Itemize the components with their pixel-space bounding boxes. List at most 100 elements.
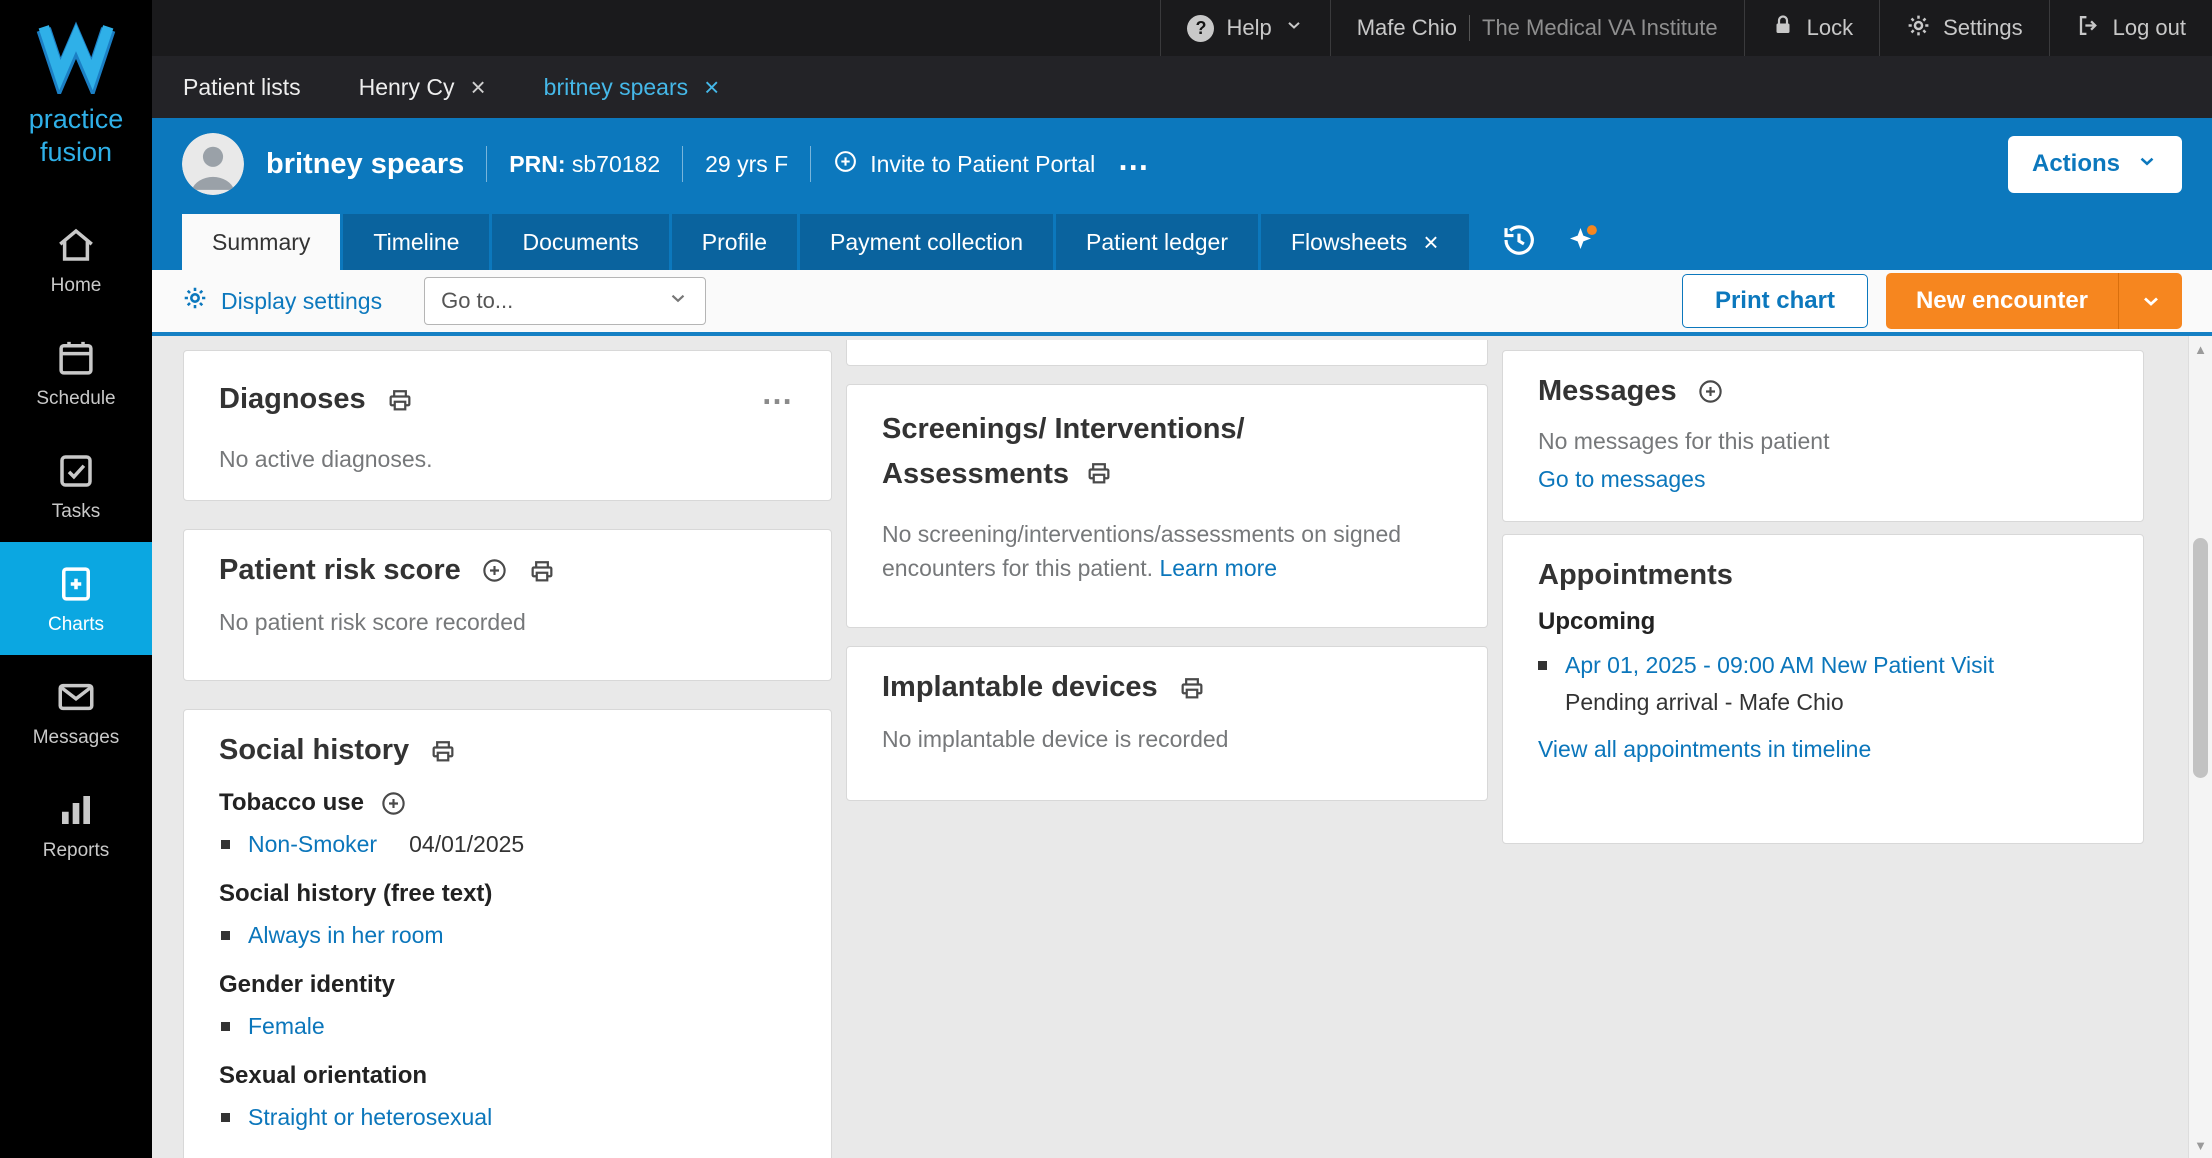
- print-icon[interactable]: [1085, 459, 1113, 487]
- logout-icon: [2076, 13, 2101, 44]
- list-item: Straight or heterosexual: [221, 1104, 796, 1131]
- sidebar: practice fusion Home Schedule Tasks Char…: [0, 0, 152, 1158]
- heading-label: Sexual orientation: [219, 1062, 428, 1089]
- plus-circle-icon[interactable]: [481, 557, 508, 584]
- plus-circle-icon[interactable]: [1697, 378, 1724, 405]
- bullet-icon: [221, 840, 230, 849]
- print-icon[interactable]: [429, 737, 457, 765]
- screenings-empty-text: No screening/interventions/assessments o…: [882, 517, 1452, 585]
- close-icon[interactable]: ×: [1423, 229, 1438, 255]
- display-settings-label: Display settings: [221, 287, 383, 314]
- summary-toolbar: Display settings Go to... Print chart Ne…: [152, 270, 2212, 336]
- learn-more-link[interactable]: Learn more: [1159, 555, 1277, 581]
- tab-documents[interactable]: Documents: [492, 214, 669, 270]
- appointment-link[interactable]: Apr 01, 2025 - 09:00 AM New Patient Visi…: [1565, 652, 1994, 679]
- sidebar-item-messages[interactable]: Messages: [0, 655, 152, 768]
- actions-label: Actions: [2031, 150, 2120, 177]
- tobacco-use-heading: Tobacco use: [219, 789, 796, 817]
- bullet-icon: [221, 931, 230, 940]
- list-item: Female: [221, 1013, 796, 1040]
- go-to-messages-link[interactable]: Go to messages: [1538, 462, 2108, 496]
- sparkle-icon[interactable]: [1564, 222, 1600, 258]
- display-settings-button[interactable]: Display settings: [182, 285, 382, 317]
- gender-identity-link[interactable]: Female: [248, 1013, 325, 1040]
- brand-line2: fusion: [39, 137, 113, 167]
- scroll-up-arrow[interactable]: ▲: [2189, 336, 2212, 362]
- close-icon[interactable]: ×: [470, 74, 485, 100]
- tab-henry-cy[interactable]: Henry Cy ×: [359, 74, 486, 101]
- actions-button[interactable]: Actions: [2007, 135, 2182, 193]
- practice-fusion-logo[interactable]: practice fusion: [29, 0, 123, 203]
- sidebar-item-reports[interactable]: Reports: [0, 768, 152, 881]
- risk-empty-text: No patient risk score recorded: [219, 609, 526, 635]
- print-chart-button[interactable]: Print chart: [1681, 274, 1868, 328]
- logo-icon: [33, 16, 119, 99]
- implantable-devices-card: Implantable devices No implantable devic…: [846, 646, 1488, 801]
- diagnoses-card: Diagnoses … No active diagnoses.: [183, 350, 832, 501]
- appointments-card: Appointments Upcoming Apr 01, 2025 - 09:…: [1502, 534, 2144, 844]
- heading-label: Gender identity: [219, 971, 396, 998]
- practice-name: The Medical VA Institute: [1482, 15, 1718, 40]
- tab-timeline[interactable]: Timeline: [343, 214, 490, 270]
- more-options-icon[interactable]: …: [761, 375, 796, 424]
- free-text-link[interactable]: Always in her room: [248, 922, 444, 949]
- tab-britney-spears[interactable]: britney spears ×: [544, 74, 720, 101]
- tab-label: Documents: [522, 228, 639, 255]
- lock-button[interactable]: Lock: [1743, 0, 1879, 56]
- tab-profile[interactable]: Profile: [671, 214, 797, 270]
- help-menu[interactable]: ? Help: [1160, 0, 1329, 56]
- logout-button[interactable]: Log out: [2048, 0, 2212, 56]
- messages-empty-text: No messages for this patient: [1538, 428, 1830, 454]
- sexual-orientation-link[interactable]: Straight or heterosexual: [248, 1104, 492, 1131]
- upcoming-label: Upcoming: [1538, 608, 1656, 635]
- chevron-down-icon: [2136, 150, 2158, 179]
- sidebar-item-tasks[interactable]: Tasks: [0, 429, 152, 542]
- tab-flowsheets[interactable]: Flowsheets ×: [1260, 214, 1469, 270]
- home-icon: [55, 224, 97, 266]
- appointment-item: Apr 01, 2025 - 09:00 AM New Patient Visi…: [1538, 652, 2108, 679]
- messages-icon: [55, 676, 97, 718]
- prn-label: PRN:: [509, 150, 566, 177]
- avatar: [182, 133, 244, 195]
- sidebar-item-label: Schedule: [36, 388, 116, 409]
- vertical-scrollbar[interactable]: ▲ ▼: [2188, 336, 2212, 1158]
- close-icon[interactable]: ×: [704, 74, 719, 100]
- user-practice-info[interactable]: Mafe Chio The Medical VA Institute: [1329, 0, 1744, 56]
- tab-label: Patient ledger: [1086, 228, 1228, 255]
- scrollbar-thumb[interactable]: [2193, 538, 2208, 778]
- calendar-icon: [55, 337, 97, 379]
- implantable-empty-text: No implantable device is recorded: [882, 726, 1229, 752]
- prn-value: sb70182: [571, 150, 661, 177]
- invite-patient-portal-button[interactable]: Invite to Patient Portal: [833, 149, 1095, 180]
- screenings-card: Screenings/ Interventions/ Assessments N…: [846, 384, 1488, 628]
- print-icon[interactable]: [1178, 674, 1206, 702]
- view-all-appointments-link[interactable]: View all appointments in timeline: [1538, 736, 2108, 763]
- column-left: Diagnoses … No active diagnoses. Patient…: [183, 350, 832, 1158]
- sidebar-item-home[interactable]: Home: [0, 203, 152, 316]
- new-encounter-button[interactable]: New encounter: [1885, 273, 2118, 329]
- more-options-icon[interactable]: …: [1117, 141, 1152, 188]
- sidebar-item-schedule[interactable]: Schedule: [0, 316, 152, 429]
- history-icon[interactable]: [1500, 221, 1538, 259]
- card-title: Patient risk score: [219, 554, 461, 586]
- tab-patient-lists[interactable]: Patient lists: [183, 74, 301, 101]
- tobacco-use-link[interactable]: Non-Smoker: [248, 831, 377, 858]
- sidebar-item-label: Tasks: [51, 501, 101, 522]
- tab-label: Profile: [701, 228, 767, 255]
- sidebar-item-charts[interactable]: Charts: [0, 542, 152, 655]
- lock-label: Lock: [1806, 15, 1854, 40]
- bullet-icon: [1538, 661, 1547, 670]
- settings-button[interactable]: Settings: [1879, 0, 2049, 56]
- new-encounter-dropdown[interactable]: [2118, 273, 2182, 329]
- goto-dropdown[interactable]: Go to...: [424, 277, 707, 325]
- print-icon[interactable]: [528, 557, 556, 585]
- app-root: practice fusion Home Schedule Tasks Char…: [0, 0, 2212, 1158]
- tab-summary[interactable]: Summary: [182, 214, 341, 270]
- scroll-down-arrow[interactable]: ▼: [2189, 1132, 2212, 1158]
- tab-patient-ledger[interactable]: Patient ledger: [1056, 214, 1258, 270]
- open-tabs-row: Patient lists Henry Cy × britney spears …: [152, 56, 2212, 118]
- tab-payment-collection[interactable]: Payment collection: [800, 214, 1054, 270]
- plus-circle-icon[interactable]: [380, 790, 407, 817]
- print-icon[interactable]: [386, 386, 414, 414]
- divider: [486, 146, 488, 182]
